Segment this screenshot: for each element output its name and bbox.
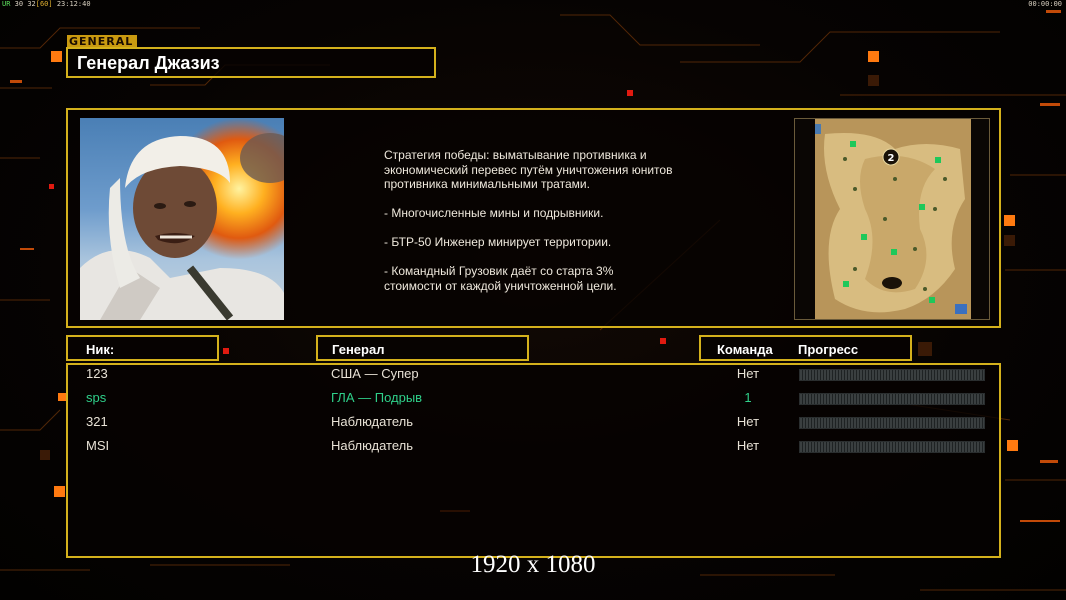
- column-header-general: Генерал: [316, 335, 529, 361]
- player-general: США — Супер: [331, 366, 419, 381]
- description-strategy: Стратегия победы: выматывание противника…: [384, 148, 673, 191]
- player-row-local[interactable]: sps ГЛА — Подрыв 1: [0, 390, 1066, 414]
- general-description: Стратегия победы: выматывание противника…: [384, 148, 724, 308]
- player-team: 1: [744, 390, 752, 405]
- header-team-label: Команда: [717, 342, 773, 357]
- fps-counter: UR 30 32[60] 23:12:40: [2, 0, 91, 8]
- player-row[interactable]: 123 США — Супер Нет: [0, 366, 1066, 390]
- player-team: Нет: [736, 366, 760, 381]
- general-name: Генерал Джазиз: [77, 53, 220, 73]
- player-team: Нет: [736, 414, 760, 429]
- resolution-watermark: 1920 x 1080: [470, 551, 596, 578]
- player-general: Наблюдатель: [331, 414, 414, 429]
- description-point-truck: - Командный Грузовик даёт со старта 3% с…: [384, 264, 617, 293]
- fps-value-a: 30: [14, 0, 24, 8]
- player-progress-bar: [799, 441, 985, 453]
- player-progress-bar: [799, 369, 985, 381]
- player-row[interactable]: MSI Наблюдатель Нет: [0, 438, 1066, 462]
- system-time: 23:12:40: [56, 0, 91, 8]
- portrait-image: [80, 118, 284, 320]
- player-team: Нет: [736, 438, 760, 453]
- description-point-mines: - Многочисленные мины и подрывники.: [384, 206, 604, 220]
- start-position-marker: 2: [888, 153, 895, 164]
- game-clock: 00:00:00: [1028, 0, 1062, 8]
- player-general: ГЛА — Подрыв: [331, 390, 423, 405]
- fps-label: UR: [2, 0, 11, 8]
- map-preview-image: 2: [815, 119, 971, 319]
- header-progress-label: Прогресс: [798, 342, 859, 357]
- player-general: Наблюдатель: [331, 438, 414, 453]
- player-nick: sps: [86, 390, 107, 405]
- player-nick: MSI: [86, 438, 110, 453]
- fps-cap: [60]: [35, 0, 53, 8]
- description-point-apc: - БТР-50 Инженер минирует территории.: [384, 235, 612, 249]
- player-progress-bar: [799, 393, 985, 405]
- column-header-team-progress: Команда Прогресс: [699, 335, 912, 361]
- fps-value-b: 32: [27, 0, 36, 8]
- general-portrait: [80, 118, 284, 320]
- player-nick: 321: [86, 414, 108, 429]
- player-progress-bar: [799, 417, 985, 429]
- header-nick-label: Ник:: [86, 342, 115, 357]
- player-nick: 123: [86, 366, 108, 381]
- general-title-box: Генерал Джазиз: [66, 47, 436, 78]
- player-row[interactable]: 321 Наблюдатель Нет: [0, 414, 1066, 438]
- map-preview[interactable]: 2: [794, 118, 990, 320]
- column-header-nick: Ник:: [66, 335, 219, 361]
- header-general-label: Генерал: [332, 342, 385, 357]
